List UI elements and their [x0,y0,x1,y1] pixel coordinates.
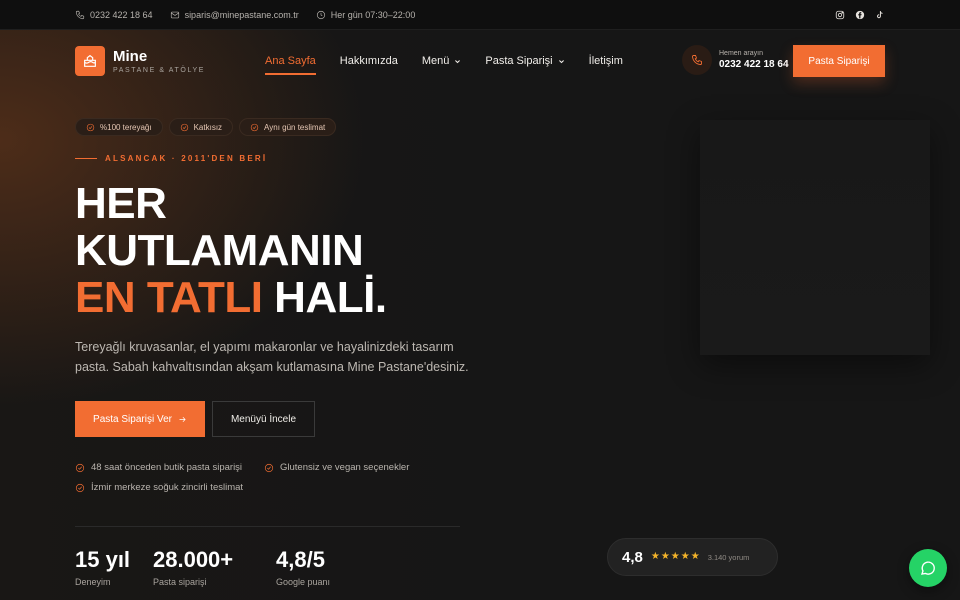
stat-value: 15 yıl [75,547,131,572]
facebook-icon[interactable] [855,10,865,20]
badge-label: %100 tereyağı [100,122,152,132]
chevron-down-icon [455,59,461,63]
badge: Katkısız [168,118,234,136]
topbar-phone-text: 0232 422 18 64 [90,9,153,20]
call-number: 0232 422 18 64 [719,59,789,70]
star-icon: ★ [690,551,700,562]
topbar-email-text: siparis@minepastane.com.tr [184,9,299,20]
cake-logo-icon [75,46,105,76]
brand-name: Mine [113,47,148,65]
top-bar: 0232 422 18 64 siparis@minepastane.com.t… [0,0,960,30]
topbar-email[interactable]: siparis@minepastane.com.tr [170,10,299,20]
badge: Aynı gün teslimat [239,118,337,136]
topbar-phone[interactable]: 0232 422 18 64 [75,10,153,20]
stat-label: Deneyim [75,577,111,587]
arrow-right-icon [179,416,186,422]
feature-item: Glutensiz ve vegan seçenekler [264,462,409,473]
order-cake-label: Pasta Siparişi Ver [93,413,172,425]
hero-image-placeholder [700,120,930,355]
stat-label: Pasta siparişi [153,577,207,587]
stat-orders: 28.000+ Pasta siparişi [153,547,233,587]
rating-value: 4,8 [622,548,643,566]
check-circle-icon [86,123,95,131]
order-cake-button[interactable]: Pasta Siparişi Ver [75,401,205,437]
feature-label: Glutensiz ve vegan seçenekler [280,462,410,473]
nav-item-hakkimizda[interactable]: Hakkımızda [340,51,398,71]
topbar-hours-text: Her gün 07:30–22:00 [330,9,416,20]
stat-value: 28.000+ [153,547,234,572]
phone-icon [682,45,712,75]
whatsapp-button[interactable] [909,549,947,587]
nav-label: Ana Sayfa [265,55,316,67]
feature-label: 48 saat önceden butik pasta siparişi [91,462,243,473]
eyebrow-line [75,158,97,159]
instagram-icon[interactable] [835,10,845,20]
headline-line-1: HER [75,179,167,228]
star-icon: ★ [670,551,680,562]
check-circle-icon [250,123,259,131]
rating-count: 3.140 yorum [707,552,750,562]
stat-experience: 15 yıl Deneyim [75,547,130,587]
hero-description: Tereyağlı kruvasanlar, el yapımı makaron… [75,340,469,374]
nav-item-iletisim[interactable]: İletişim [589,51,623,71]
headline-highlight: EN TATLI [75,273,263,322]
feature-item: İzmir merkeze soğuk zincirli teslimat [75,482,243,493]
site-header: Mine PASTANE & ATÖLYE Ana Sayfa Hakkımız… [0,30,960,92]
social-links [835,10,885,20]
call-block[interactable]: Hemen arayın 0232 422 18 64 [682,45,789,75]
stat-value: 4,8/5 [276,547,325,572]
headline-line-3: EN TATLI HALİ. [75,274,387,321]
rating-card: 4,8 ★ ★ ★ ★ ★ 3.140 yorum [607,538,778,576]
check-circle-icon [180,123,188,131]
headline-line-2: KUTLAMANIN [75,226,364,275]
star-icon: ★ [680,551,690,562]
phone-icon [75,10,85,19]
eyebrow-text: ALSANCAK · 2011'DEN BERİ [105,154,268,163]
call-label: Hemen arayın [719,50,763,57]
stats-divider [75,526,460,527]
topbar-hours: Her gün 07:30–22:00 [316,9,416,20]
mail-icon [170,11,179,18]
nav-label: Hakkımızda [339,55,398,67]
hero-headline: HER KUTLAMANIN EN TATLI HALİ. [75,180,387,321]
feature-badges: %100 tereyağı Katkısız Aynı gün teslimat [75,118,337,136]
nav-label: Menü [421,55,450,67]
check-circle-icon [75,463,85,472]
feature-item: 48 saat önceden butik pasta siparişi [75,462,242,473]
rating-stars: ★ ★ ★ ★ ★ [651,552,700,562]
check-circle-icon [75,483,85,492]
nav-label: Pasta Siparişi [485,55,553,67]
star-icon: ★ [660,551,670,562]
check-circle-icon [264,463,274,472]
view-menu-button[interactable]: Menüyü İncele [212,401,315,437]
eyebrow: ALSANCAK · 2011'DEN BERİ [75,154,267,163]
whatsapp-icon [921,561,935,575]
clock-icon [316,10,325,19]
main-nav: Ana Sayfa Hakkımızda Menü Pasta Siparişi… [265,30,647,92]
stat-label: Google puanı [276,577,331,587]
badge: %100 tereyağı [75,118,163,136]
nav-item-menu[interactable]: Menü [422,51,462,71]
nav-item-pasta-siparisi[interactable]: Pasta Siparişi [485,51,564,71]
feature-label: İzmir merkeze soğuk zincirli teslimat [91,482,244,493]
header-order-button[interactable]: Pasta Siparişi [793,45,885,77]
stat-google-rating: 4,8/5 Google puanı [276,547,330,587]
headline-rest: HALİ. [262,273,387,322]
badge-label: Katkısız [193,122,223,132]
badge-label: Aynı gün teslimat [264,122,326,132]
star-icon: ★ [650,551,660,562]
tiktok-icon[interactable] [875,10,885,20]
logo[interactable]: Mine PASTANE & ATÖLYE [75,46,205,76]
nav-label: İletişim [588,55,623,67]
chevron-down-icon [558,59,564,63]
brand-tagline: PASTANE & ATÖLYE [113,66,205,74]
nav-item-ana-sayfa[interactable]: Ana Sayfa [265,51,316,75]
